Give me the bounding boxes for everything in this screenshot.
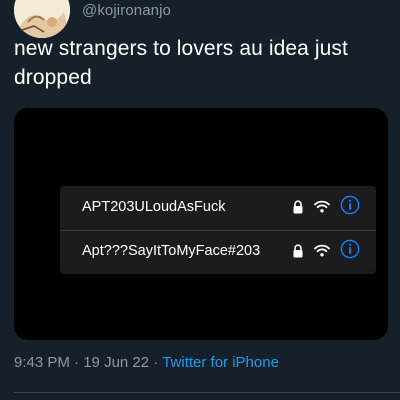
wifi-signal-icon <box>314 200 330 213</box>
tweet-text: new strangers to lovers au idea just dro… <box>14 37 348 89</box>
tweet-media-image[interactable]: APT203ULoudAsFuck Apt???SayItToMyFace#20… <box>14 108 388 340</box>
network-name: APT203ULoudAsFuck <box>82 199 226 215</box>
info-icon[interactable] <box>340 239 360 259</box>
avatar[interactable] <box>14 0 70 38</box>
network-name: Apt???SayItToMyFace#203 <box>82 243 261 259</box>
tweet-source-link[interactable]: Twitter for iPhone <box>162 354 279 371</box>
wifi-network-row: Apt???SayItToMyFace#203 <box>60 230 376 274</box>
meta-separator: · <box>153 354 159 371</box>
lock-icon <box>293 200 303 214</box>
wifi-signal-icon <box>314 244 330 257</box>
wifi-network-list: APT203ULoudAsFuck Apt???SayItToMyFace#20… <box>60 186 376 274</box>
user-handle[interactable]: @kojironanjo <box>82 2 171 19</box>
tweet-date[interactable]: 19 Jun 22 <box>83 354 149 371</box>
divider <box>14 392 400 393</box>
lock-icon <box>293 244 303 258</box>
info-icon[interactable] <box>340 195 360 215</box>
tweet-card: @kojironanjo new strangers to lovers au … <box>0 0 400 400</box>
wifi-network-row: APT203ULoudAsFuck <box>60 186 376 230</box>
tweet-metadata: 9:43 PM · 19 Jun 22 · Twitter for iPhone <box>14 354 279 371</box>
meta-separator: · <box>74 354 80 371</box>
avatar-illustration <box>14 0 70 38</box>
tweet-time[interactable]: 9:43 PM <box>14 354 70 371</box>
